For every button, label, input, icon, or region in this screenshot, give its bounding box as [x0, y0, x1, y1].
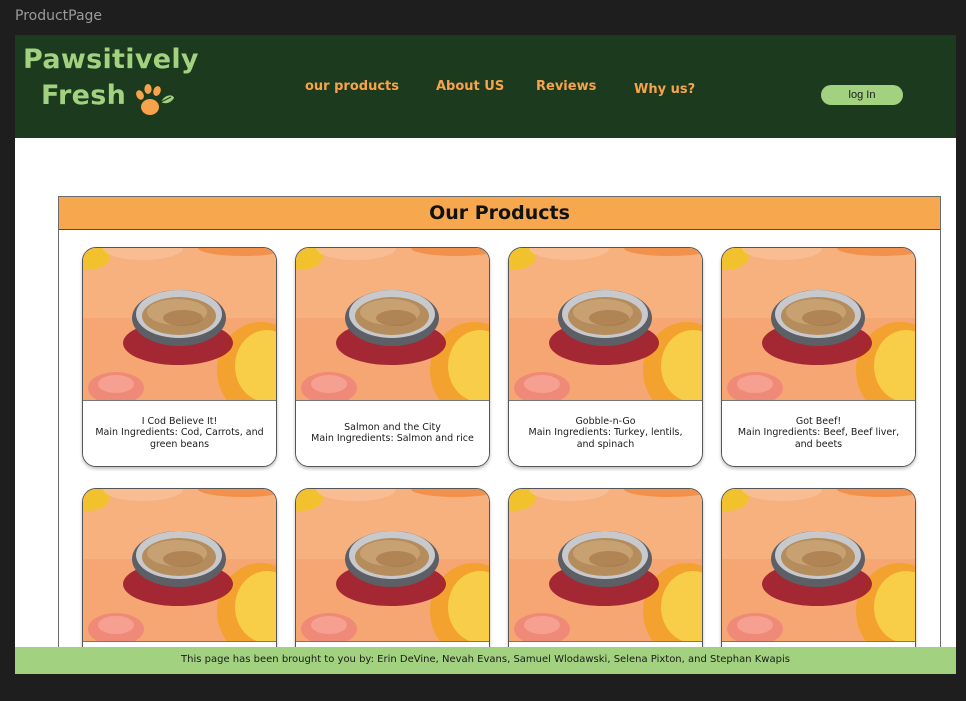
product-description: Gobble-n-Go Main Ingredients: Turkey, len…	[509, 400, 702, 465]
product-page: Pawsitively Fresh our products About US …	[15, 35, 956, 674]
product-image	[83, 489, 276, 641]
nav-about-us[interactable]: About US	[436, 79, 504, 94]
product-description: Got Beef! Main Ingredients: Beef, Beef li…	[722, 400, 915, 465]
food-bowl-image	[722, 489, 915, 641]
paw-leaf-icon	[136, 84, 174, 115]
product-card[interactable]: Salmon and the City Main Ingredients: Sal…	[295, 247, 490, 467]
product-ingredients: Main Ingredients: Salmon and rice	[311, 433, 474, 444]
site-header: Pawsitively Fresh our products About US …	[15, 35, 956, 138]
food-bowl-image	[296, 248, 489, 400]
brand-logo[interactable]: Pawsitively Fresh	[23, 44, 208, 124]
food-bowl-image	[722, 248, 915, 400]
food-bowl-image	[83, 489, 276, 641]
product-card[interactable]: Got Beef! Main Ingredients: Beef, Beef li…	[721, 247, 916, 467]
nav-reviews[interactable]: Reviews	[536, 79, 596, 94]
product-ingredients: Main Ingredients: Cod, Carrots, and gree…	[95, 427, 264, 450]
brand-name-line1: Pawsitively	[23, 44, 199, 75]
product-ingredients: Main Ingredients: Turkey, lentils, and s…	[528, 427, 683, 450]
product-name: Salmon and the City	[344, 421, 441, 433]
food-bowl-image	[509, 489, 702, 641]
food-bowl-image	[296, 489, 489, 641]
food-bowl-image	[509, 248, 702, 400]
product-name: I Cod Believe It!	[141, 415, 218, 427]
product-image	[509, 489, 702, 641]
product-image	[296, 489, 489, 641]
product-description: I Cod Believe It! Main Ingredients: Cod, …	[83, 400, 276, 465]
product-card[interactable]: Gobble-n-Go Main Ingredients: Turkey, len…	[508, 247, 703, 467]
product-image	[83, 248, 276, 400]
brand-name-line2: Fresh	[41, 80, 127, 111]
product-description: Salmon and the City Main Ingredients: Sal…	[296, 400, 489, 465]
food-bowl-image	[83, 248, 276, 400]
product-card[interactable]: I Cod Believe It! Main Ingredients: Cod, …	[82, 247, 277, 467]
nav-why-us[interactable]: Why us?	[634, 82, 695, 97]
product-image	[722, 489, 915, 641]
product-image	[722, 248, 915, 400]
products-section: Our Products I Cod Believe It! Main Ingre…	[58, 196, 941, 674]
product-ingredients: Main Ingredients: Beef, Beef liver, and …	[737, 427, 900, 450]
login-button[interactable]: log In	[821, 85, 903, 105]
nav-our-products[interactable]: our products	[305, 79, 399, 94]
frame-label: ProductPage	[15, 8, 103, 24]
product-name: Gobble-n-Go	[575, 415, 636, 427]
product-image	[509, 248, 702, 400]
product-name: Got Beef!	[795, 415, 842, 427]
site-footer: This page has been brought to you by: Er…	[15, 647, 956, 674]
product-image	[296, 248, 489, 400]
products-title: Our Products	[59, 197, 940, 230]
